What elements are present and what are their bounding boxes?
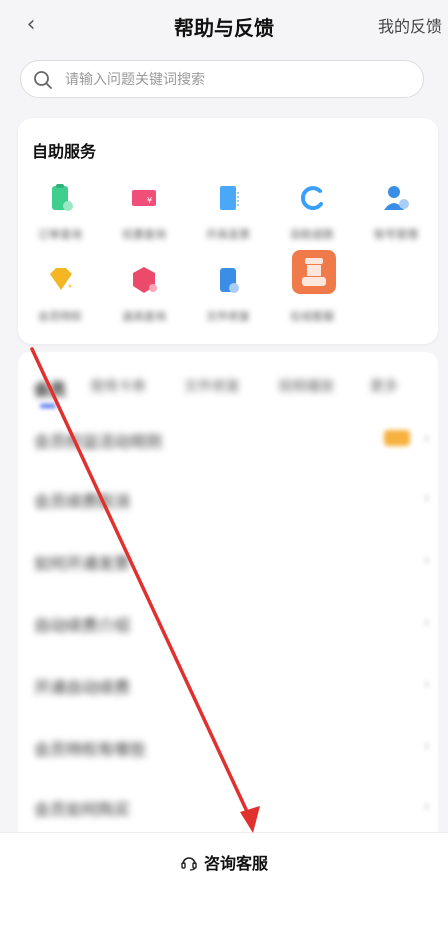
faq-item[interactable]: 如何开通发票 › (18, 532, 438, 592)
customer-service-icon (292, 250, 336, 294)
chevron-right-icon: › (423, 612, 430, 631)
svg-text:¥: ¥ (147, 196, 152, 205)
blue-receipt-icon (220, 186, 239, 210)
headset-icon (181, 857, 197, 871)
faq-question: 开通自动续费 (34, 678, 131, 697)
faq-question: 会员特权有哪些 (34, 740, 147, 759)
tab-coupons[interactable]: 使用卡券 (90, 376, 146, 396)
tab-indicator (40, 404, 56, 408)
faq-item[interactable]: 会员如何购买 › (18, 778, 438, 832)
tab-file-repair[interactable]: 文件修复 (184, 376, 240, 396)
hot-badge (384, 430, 410, 446)
service-label: 自助退款 (290, 228, 334, 241)
service-label: 账号管理 (374, 228, 418, 241)
customer-service-label: 咨询客服 (203, 854, 268, 873)
chevron-right-icon: › (423, 550, 430, 569)
faq-item[interactable]: 会员续费取消 › (18, 470, 438, 530)
self-service-card: 自助服务 订单查询 ¥ 优惠查询 开具发票 自助退款 账号管理 会员特权 道具查… (18, 118, 438, 344)
blue-file-icon (220, 268, 239, 293)
self-service-title: 自助服务 (32, 142, 97, 161)
service-file-repair[interactable]: 文件修复 (186, 264, 270, 336)
service-coupon-query[interactable]: ¥ 优惠查询 (102, 182, 186, 254)
service-label: 订单查询 (38, 228, 82, 241)
faq-panel: 会员 使用卡券 文件修复 视频播放 更多 会员权益活动规则 › 会员续费取消 ›… (18, 352, 438, 832)
customer-service-button[interactable]: 咨询客服 (0, 850, 448, 874)
gold-diamond-icon (50, 268, 72, 290)
service-label: 在线客服 (290, 310, 334, 323)
service-refund[interactable]: 自助退款 (270, 182, 354, 254)
service-label: 文件修复 (206, 310, 250, 323)
bottom-bar: 咨询客服 (0, 832, 448, 930)
my-feedback-link[interactable]: 我的反馈 (378, 13, 442, 37)
search-input[interactable] (63, 61, 417, 99)
faq-tabs: 会员 使用卡券 文件修复 视频播放 更多 (18, 370, 438, 410)
faq-item[interactable]: 开通自动续费 › (18, 656, 438, 716)
service-label: 会员特权 (38, 310, 82, 323)
service-vip-privilege[interactable]: 会员特权 (18, 264, 102, 336)
top-bar: ‹ 帮助与反馈 我的反馈 (0, 0, 448, 50)
faq-question: 会员权益活动规则 (34, 432, 163, 451)
tab-more[interactable]: 更多 (370, 376, 398, 396)
chevron-right-icon: › (423, 736, 430, 755)
blue-refresh-icon (300, 186, 323, 211)
tab-vip[interactable]: 会员 (34, 376, 66, 400)
service-invoice[interactable]: 开具发票 (186, 182, 270, 254)
faq-item[interactable]: 自动续费介绍 › (18, 594, 438, 654)
tab-video[interactable]: 视频播放 (278, 376, 334, 396)
service-props-query[interactable]: 道具查询 (102, 264, 186, 336)
faq-question: 如何开通发票 (34, 554, 131, 573)
chevron-right-icon: › (423, 488, 430, 507)
faq-question: 自动续费介绍 (34, 616, 131, 635)
chevron-right-icon: › (423, 674, 430, 693)
service-online-support[interactable]: 在线客服 (270, 250, 354, 323)
pink-ticket-icon: ¥ (132, 190, 156, 206)
faq-question: 会员续费取消 (34, 492, 131, 511)
service-order-query[interactable]: 订单查询 (18, 182, 102, 254)
service-label: 优惠查询 (122, 228, 166, 241)
service-label: 开具发票 (206, 228, 250, 241)
faq-item[interactable]: 会员权益活动规则 › (18, 410, 438, 470)
user-settings-icon (384, 186, 409, 210)
service-label: 道具查询 (122, 310, 166, 323)
green-doc-icon (52, 184, 73, 211)
pink-cube-icon (133, 267, 157, 293)
faq-item[interactable]: 会员特权有哪些 › (18, 718, 438, 778)
service-account[interactable]: 账号管理 (354, 182, 438, 254)
faq-question: 会员如何购买 (34, 800, 131, 819)
search-icon (34, 71, 52, 89)
search-bar[interactable] (20, 60, 424, 99)
chevron-right-icon: › (423, 428, 430, 447)
chevron-right-icon: › (423, 796, 430, 815)
